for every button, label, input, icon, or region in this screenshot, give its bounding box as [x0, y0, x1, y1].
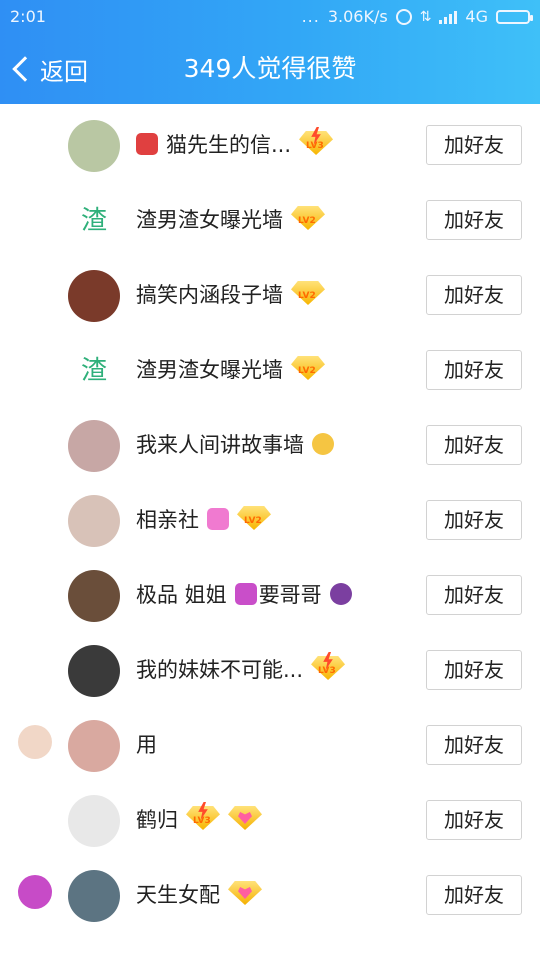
name-line: 渣男渣女曝光墙 LV2 [136, 199, 325, 239]
list-item[interactable]: 用 加好友 [0, 704, 540, 779]
eggplant-icon [329, 583, 352, 605]
avatar[interactable] [68, 120, 120, 172]
list-item[interactable]: 我来人间讲故事墙 加好友 [0, 404, 540, 479]
avatar[interactable] [68, 270, 120, 322]
user-name: 我的妹妹不可能... [136, 658, 304, 682]
moon-icon [312, 433, 334, 455]
avatar[interactable] [68, 420, 120, 472]
badge-level-text: LV3 [318, 666, 336, 676]
status-dots: ... [301, 7, 320, 26]
list-item[interactable]: 搞笑内涵段子墙 LV2 加好友 [0, 254, 540, 329]
list-item[interactable]: 鹤归 LV3 加好友 [0, 779, 540, 854]
vibrate-icon: ⇅ [419, 9, 432, 25]
network-speed: 3.06K/s [327, 7, 388, 26]
level-badge-icon: LV3 [311, 652, 346, 682]
list-item[interactable]: 我的妹妹不可能... LV3 加好友 [0, 629, 540, 704]
user-name: 极品 姐姐 [136, 583, 227, 607]
user-name: 搞笑内涵段子墙 [136, 283, 283, 307]
restroom-icon [234, 583, 257, 605]
badge-level-text: LV3 [193, 816, 211, 826]
heart-badge-icon [228, 881, 262, 907]
extra-avatar [18, 875, 52, 909]
name-line: 我来人间讲故事墙 [136, 424, 334, 464]
add-friend-button[interactable]: 加好友 [426, 725, 522, 765]
list-item[interactable]: 极品 姐姐 要哥哥 加好友 [0, 554, 540, 629]
status-bar: 2:01 ... 3.06K/s ⇅ 4G [0, 0, 540, 34]
add-friend-button[interactable]: 加好友 [426, 350, 522, 390]
hearts-icon [207, 508, 229, 530]
level-badge-icon: LV3 [299, 127, 334, 157]
badge-level-text: LV2 [298, 291, 316, 301]
top-bar: 2:01 ... 3.06K/s ⇅ 4G 返回 349人觉得很赞 [0, 0, 540, 104]
name-line: 相亲社 LV2 [136, 499, 271, 539]
avatar[interactable] [68, 795, 120, 847]
alarm-icon [395, 9, 412, 25]
add-friend-button[interactable]: 加好友 [426, 200, 522, 240]
name-line: 极品 姐姐 要哥哥 [136, 574, 352, 614]
avatar[interactable] [68, 570, 120, 622]
add-friend-button[interactable]: 加好友 [426, 425, 522, 465]
level-badge-icon: LV2 [237, 506, 271, 532]
add-friend-button[interactable]: 加好友 [426, 500, 522, 540]
battery-icon [496, 10, 533, 24]
signal-icon [439, 10, 458, 24]
add-friend-button[interactable]: 加好友 [426, 650, 522, 690]
level-badge-icon: LV2 [291, 281, 325, 307]
badge-level-text: LV2 [244, 516, 262, 526]
avatar[interactable] [68, 645, 120, 697]
user-name: 猫先生的信... [166, 133, 292, 157]
status-right: ... 3.06K/s ⇅ 4G [301, 0, 533, 34]
name-line: 猫先生的信... LV3 [136, 124, 334, 164]
list-item[interactable]: 相亲社 LV2 加好友 [0, 479, 540, 554]
name-line: 我的妹妹不可能... LV3 [136, 649, 346, 689]
avatar[interactable]: 渣 [68, 195, 120, 247]
badge-level-text: LV3 [306, 141, 324, 151]
nav-bar: 返回 349人觉得很赞 [0, 34, 540, 104]
user-name: 相亲社 [136, 508, 199, 532]
user-name-suffix: 要哥哥 [258, 583, 322, 607]
user-name: 用 [136, 733, 157, 757]
user-name: 天生女配 [136, 883, 220, 907]
page-title: 349人觉得很赞 [183, 54, 357, 83]
add-friend-button[interactable]: 加好友 [426, 800, 522, 840]
user-name: 鹤归 [136, 808, 178, 832]
status-time: 2:01 [10, 7, 46, 26]
network-type: 4G [465, 7, 488, 26]
list-item[interactable]: 渣渣男渣女曝光墙 LV2 加好友 [0, 329, 540, 404]
list-item[interactable]: 猫先生的信... LV3 加好友 [0, 104, 540, 179]
level-badge-icon: LV2 [291, 206, 325, 232]
extra-avatar [18, 725, 52, 759]
user-name: 渣男渣女曝光墙 [136, 358, 283, 382]
avatar[interactable] [68, 870, 120, 922]
list-item[interactable]: 天生女配 加好友 [0, 854, 540, 929]
user-name: 我来人间讲故事墙 [136, 433, 304, 457]
list-item[interactable]: 渣渣男渣女曝光墙 LV2 加好友 [0, 179, 540, 254]
avatar[interactable] [68, 495, 120, 547]
user-name: 渣男渣女曝光墙 [136, 208, 283, 232]
avatar[interactable]: 渣 [68, 345, 120, 397]
name-line: 用 [136, 724, 157, 764]
name-line: 搞笑内涵段子墙 LV2 [136, 274, 325, 314]
add-friend-button[interactable]: 加好友 [426, 125, 522, 165]
add-friend-button[interactable]: 加好友 [426, 275, 522, 315]
mailbox-icon [136, 133, 158, 155]
level-badge-icon: LV3 [186, 802, 220, 832]
add-friend-button[interactable]: 加好友 [426, 875, 522, 915]
name-line: 渣男渣女曝光墙 LV2 [136, 349, 325, 389]
avatar[interactable] [68, 720, 120, 772]
badge-level-text: LV2 [298, 216, 316, 226]
name-line: 鹤归 LV3 [136, 799, 262, 839]
badge-level-text: LV2 [298, 366, 316, 376]
add-friend-button[interactable]: 加好友 [426, 575, 522, 615]
heart-badge-icon [228, 806, 262, 832]
level-badge-icon: LV2 [291, 356, 325, 382]
name-line: 天生女配 [136, 874, 262, 914]
